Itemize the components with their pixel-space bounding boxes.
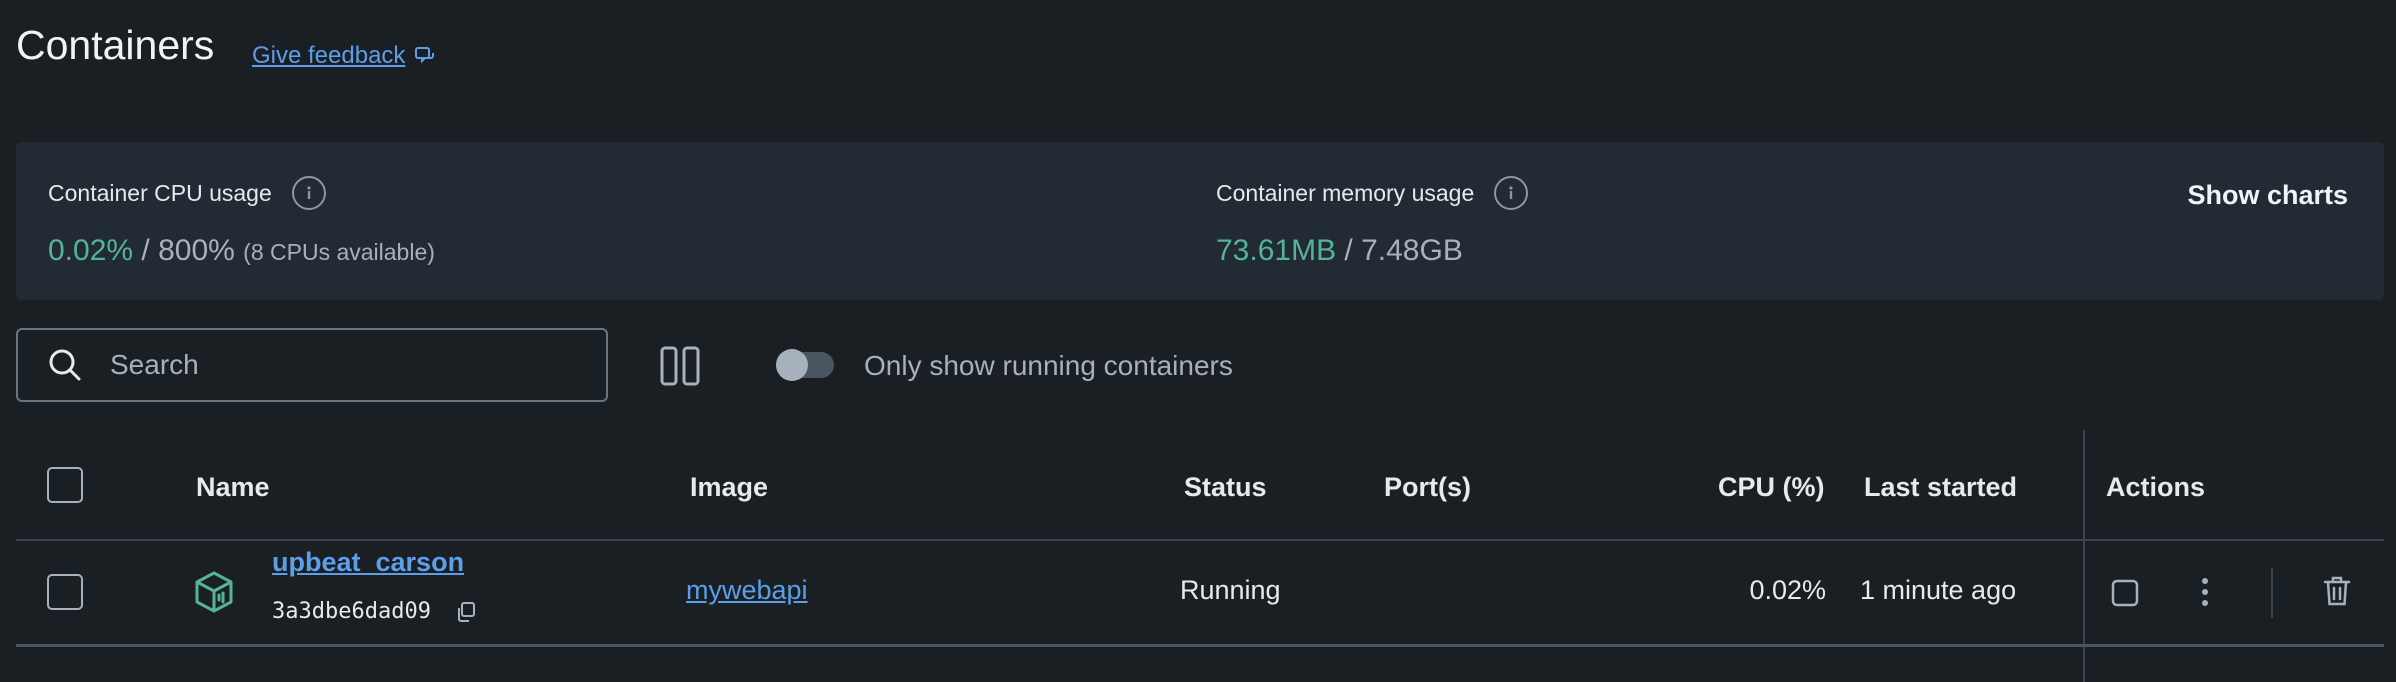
memory-usage-label: Container memory usage	[1216, 179, 1475, 206]
column-header-last-started[interactable]: Last started	[1864, 472, 2017, 503]
column-header-ports[interactable]: Port(s)	[1384, 472, 1471, 503]
cpu-usage-label: Container CPU usage	[48, 179, 272, 206]
memory-usage-value: 73.61MB / 7.48GB	[1216, 234, 1463, 268]
column-header-actions: Actions	[2106, 472, 2206, 502]
container-cpu: 0.02%	[1749, 575, 1826, 605]
copy-icon[interactable]	[454, 600, 478, 624]
feedback-bubble-icon	[415, 47, 435, 64]
cpu-separator: /	[133, 234, 159, 267]
container-cube-icon	[195, 571, 233, 613]
show-charts-button[interactable]: Show charts	[2187, 180, 2348, 211]
more-vertical-icon[interactable]	[2193, 577, 2217, 607]
running-only-toggle[interactable]	[776, 349, 834, 381]
container-status: Running	[1180, 575, 1281, 605]
cpu-used-value: 0.02%	[48, 234, 134, 267]
trash-icon[interactable]	[2322, 575, 2352, 607]
row-divider	[16, 644, 2384, 647]
memory-total-value: 7.48GB	[1361, 234, 1463, 267]
table-row: upbeat_carson 3a3dbe6dad09 mywebapi Runn…	[0, 541, 2396, 644]
page-title: Containers	[16, 22, 215, 68]
column-header-status[interactable]: Status	[1184, 472, 1267, 503]
memory-usage-label-row: Container memory usage	[1216, 176, 1529, 210]
cpu-total-value: 800%	[158, 234, 235, 267]
memory-used-value: 73.61MB	[1216, 234, 1337, 267]
container-image-link[interactable]: mywebapi	[686, 575, 808, 606]
cpu-count-note: (8 CPUs available)	[243, 239, 435, 265]
column-header-name[interactable]: Name	[196, 472, 270, 503]
info-icon[interactable]	[1494, 176, 1529, 210]
cpu-usage-value: 0.02% / 800% (8 CPUs available)	[48, 234, 435, 268]
usage-stats-card	[16, 142, 2384, 300]
search-icon	[49, 349, 81, 381]
memory-separator: /	[1336, 234, 1362, 267]
row-select-checkbox[interactable]	[47, 574, 83, 610]
columns-icon[interactable]	[660, 346, 700, 386]
select-all-checkbox[interactable]	[47, 467, 83, 503]
search-box[interactable]	[16, 328, 608, 402]
toggle-knob	[776, 349, 808, 381]
column-header-image[interactable]: Image	[690, 472, 768, 503]
container-name-link[interactable]: upbeat_carson	[272, 547, 464, 578]
search-input[interactable]	[108, 348, 592, 382]
give-feedback-link[interactable]: Give feedback	[252, 42, 437, 70]
info-icon[interactable]	[291, 176, 326, 210]
actions-separator	[2271, 568, 2273, 618]
container-id: 3a3dbe6dad09	[272, 599, 431, 624]
running-only-toggle-label: Only show running containers	[864, 350, 1233, 381]
cpu-usage-label-row: Container CPU usage	[48, 176, 326, 210]
container-last-started: 1 minute ago	[1860, 575, 2017, 605]
column-header-cpu[interactable]: CPU (%)	[1718, 472, 1825, 503]
give-feedback-label: Give feedback	[252, 42, 406, 69]
stop-icon[interactable]	[2111, 579, 2139, 607]
